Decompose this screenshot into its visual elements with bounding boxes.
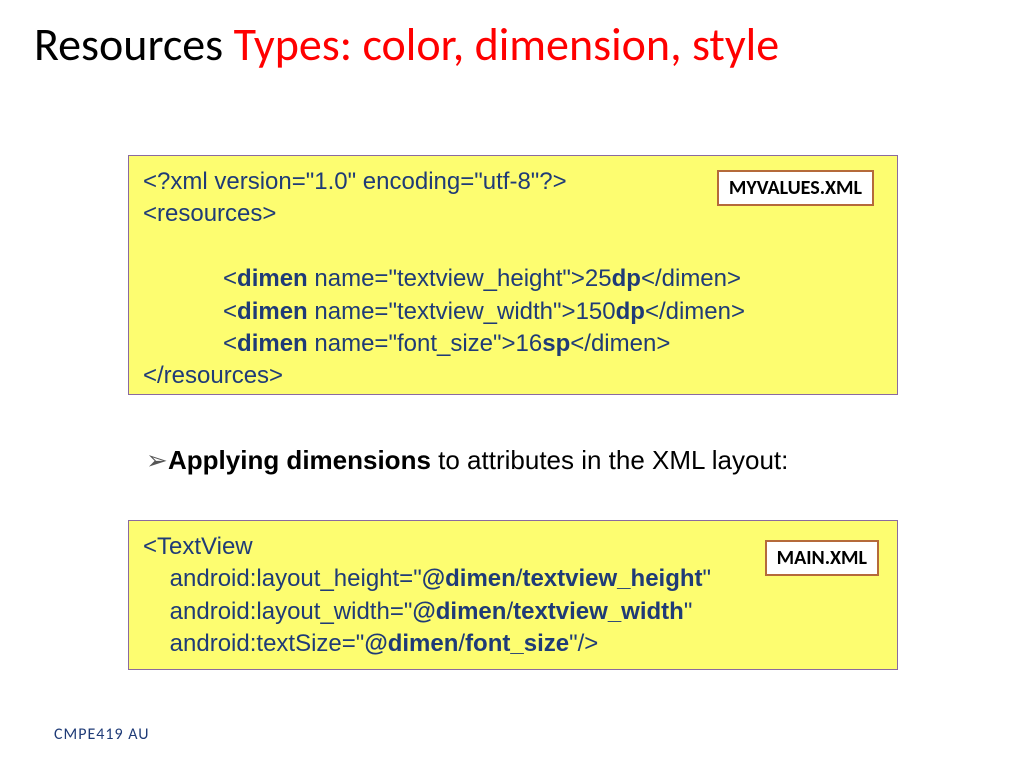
code-line: <dimen name="textview_height">25dp</dime… (143, 263, 883, 295)
code-line: </resources> (143, 360, 883, 392)
code-line: <dimen name="font_size">16sp</dimen> (143, 328, 883, 360)
filename-badge-main: MAIN.XML (765, 540, 879, 576)
code-line: android:layout_width="@dimen/textview_wi… (143, 596, 883, 628)
footer-course-code: CMPE419 AU (54, 725, 150, 744)
chevron-icon: ➢ (146, 445, 168, 476)
slide-title: Resources Types: color, dimension, style (34, 20, 779, 71)
bullet-rest: to attributes in the XML layout: (431, 445, 788, 475)
code-line: android:textSize="@dimen/font_size"/> (143, 628, 883, 660)
code-line: <dimen name="textview_width">150dp</dime… (143, 296, 883, 328)
code-line (143, 231, 883, 263)
bullet-applying-dimensions: ➢ Applying dimensions to attributes in t… (146, 445, 788, 476)
slide: Resources Types: color, dimension, style… (0, 0, 1024, 768)
title-black: Resources (34, 17, 234, 73)
bullet-bold: Applying dimensions (168, 445, 431, 475)
title-red: Types: color, dimension, style (234, 17, 780, 73)
filename-badge-myvalues: MYVALUES.XML (717, 170, 874, 206)
